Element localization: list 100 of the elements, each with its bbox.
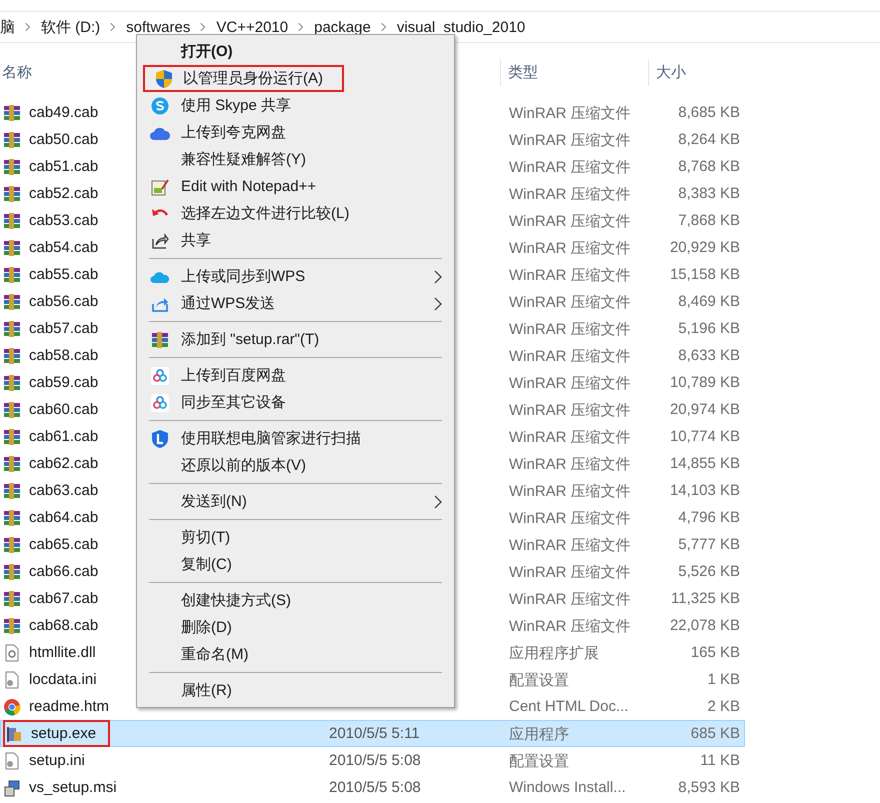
file-name: cab61.cab (29, 428, 98, 445)
file-size: 2 KB (707, 698, 740, 715)
books-stack-icon (3, 400, 21, 418)
file-size: 8,383 KB (678, 185, 740, 202)
menu-item[interactable]: 使用 Skype 共享 (139, 92, 452, 119)
menu-item[interactable]: 通过WPS发送 (139, 290, 452, 317)
file-type: WinRAR 压缩文件 (509, 293, 631, 312)
books-stack-icon (3, 292, 21, 310)
books-stack-icon (3, 536, 21, 554)
file-size: 15,158 KB (670, 266, 740, 283)
file-type: WinRAR 压缩文件 (509, 590, 631, 609)
menu-item[interactable]: 创建快捷方式(S) (139, 587, 452, 614)
file-name: cab64.cab (29, 509, 98, 526)
file-size: 165 KB (690, 644, 740, 661)
column-header[interactable]: 大小 (656, 63, 686, 82)
column-header[interactable]: 类型 (508, 63, 538, 82)
menu-item[interactable]: 上传到百度网盘 (139, 362, 452, 389)
file-type: Cent HTML Doc... (509, 698, 628, 715)
menu-item[interactable]: 发送到(N) (139, 488, 452, 515)
menu-item[interactable]: 选择左边文件进行比较(L) (139, 200, 452, 227)
file-size: 7,868 KB (678, 212, 740, 229)
books-stack-icon (3, 320, 21, 338)
menu-item[interactable]: 上传到夸克网盘 (139, 119, 452, 146)
books-stack-icon (3, 616, 21, 634)
books-stack-icon (3, 590, 21, 608)
shield-icon (155, 68, 173, 88)
column-header[interactable]: 名称 (2, 63, 32, 82)
menu-item[interactable]: 删除(D) (139, 614, 452, 641)
file-size: 14,103 KB (670, 482, 740, 499)
file-type: 配置设置 (509, 752, 569, 771)
file-name: cab49.cab (29, 104, 98, 121)
file-size: 8,593 KB (678, 779, 740, 796)
menu-item[interactable]: 打开(O) (139, 38, 452, 65)
file-size: 5,196 KB (678, 320, 740, 337)
menu-item[interactable]: 以管理员身份运行(A) (143, 65, 344, 92)
file-size: 685 KB (690, 725, 740, 742)
file-type: WinRAR 压缩文件 (509, 266, 631, 285)
file-name: htmllite.dll (29, 644, 96, 661)
file-type: WinRAR 压缩文件 (509, 617, 631, 636)
menu-item[interactable]: 重命名(M) (139, 641, 452, 668)
file-size: 1 KB (707, 671, 740, 688)
file-type: 应用程序 (509, 725, 569, 744)
breadcrumb-item[interactable]: softwares (126, 18, 190, 36)
selected-file-row[interactable]: setup.exe 2010/5/5 5:11 应用程序 685 KB (0, 720, 745, 747)
installer-icon (3, 778, 21, 796)
file-size: 22,078 KB (670, 617, 740, 634)
books-stack-icon (3, 158, 21, 176)
breadcrumb-item[interactable]: visual_studio_2010 (396, 18, 526, 36)
menu-item[interactable]: 上传或同步到WPS (139, 263, 452, 290)
file-name: cab68.cab (29, 617, 98, 634)
file-type: WinRAR 压缩文件 (509, 185, 631, 204)
share-icon (151, 232, 169, 250)
menu-item[interactable]: 兼容性疑难解答(Y) (139, 146, 452, 173)
cloud-rings-icon (151, 394, 169, 412)
file-name: locdata.ini (29, 671, 97, 688)
books-stack-icon (3, 238, 21, 256)
file-name: cab51.cab (29, 158, 98, 175)
books-stack-icon (3, 184, 21, 202)
file-name: cab56.cab (29, 293, 98, 310)
books-stack-icon (3, 508, 21, 526)
file-size: 14,855 KB (670, 455, 740, 472)
chevron-icon (110, 22, 116, 32)
file-type: WinRAR 压缩文件 (509, 374, 631, 393)
menu-item[interactable]: 使用联想电脑管家进行扫描 (139, 425, 452, 452)
menu-item[interactable]: 属性(R) (139, 677, 452, 704)
file-type: WinRAR 压缩文件 (509, 320, 631, 339)
file-type: WinRAR 压缩文件 (509, 563, 631, 582)
menu-item[interactable]: 添加到 "setup.rar"(T) (139, 326, 452, 353)
breadcrumb-item[interactable]: VC++2010 (216, 18, 288, 36)
books-stack-icon (3, 454, 21, 472)
menu-item[interactable]: 剪切(T) (139, 524, 452, 551)
file-name: cab66.cab (29, 563, 98, 580)
file-type: WinRAR 压缩文件 (509, 401, 631, 420)
file-size: 8,633 KB (678, 347, 740, 364)
file-type: WinRAR 压缩文件 (509, 131, 631, 150)
file-type: WinRAR 压缩文件 (509, 509, 631, 528)
file-size: 8,264 KB (678, 131, 740, 148)
file-name: cab55.cab (29, 266, 98, 283)
file-name: cab63.cab (29, 482, 98, 499)
chevron-icon (298, 22, 304, 32)
file-type: WinRAR 压缩文件 (509, 158, 631, 177)
menu-item[interactable]: 同步至其它设备 (139, 389, 452, 416)
file-size: 4,796 KB (678, 509, 740, 526)
chevron-icon (200, 22, 206, 32)
file-size: 10,774 KB (670, 428, 740, 445)
breadcrumb-item[interactable]: 软件 (D:) (41, 18, 100, 36)
chevron-icon (25, 22, 31, 32)
breadcrumb-item[interactable]: package (314, 18, 371, 36)
menu-item[interactable]: 还原以前的版本(V) (139, 452, 452, 479)
menu-item[interactable]: Edit with Notepad++ (139, 173, 452, 200)
menu-item[interactable]: 复制(C) (139, 551, 452, 578)
file-type: WinRAR 压缩文件 (509, 212, 631, 231)
books-stack-icon (3, 482, 21, 500)
menu-item[interactable]: 共享 (139, 227, 452, 254)
cloud-icon (150, 270, 170, 284)
file-size: 20,929 KB (670, 239, 740, 256)
file-type: Windows Install... (509, 779, 626, 796)
file-date: 2010/5/5 5:11 (329, 725, 420, 742)
breadcrumb-item[interactable]: 脑 (0, 18, 15, 36)
file-type: WinRAR 压缩文件 (509, 239, 631, 258)
